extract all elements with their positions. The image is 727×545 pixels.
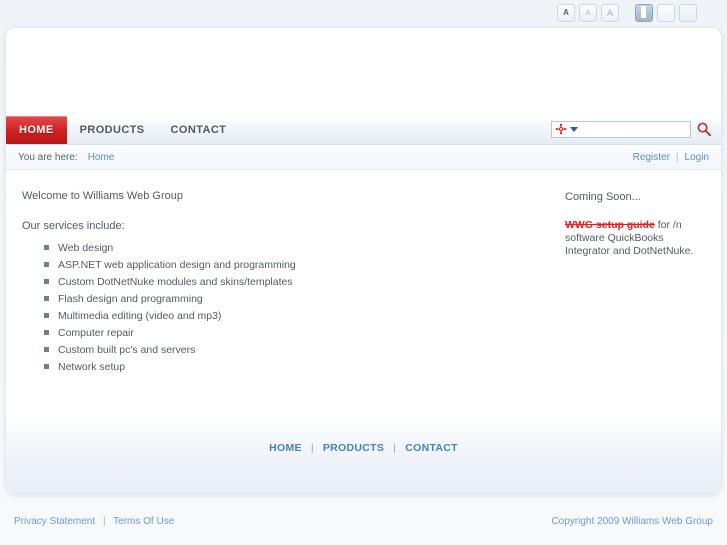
site-search-gear-icon[interactable]	[555, 123, 567, 135]
list-item: Multimedia editing (video and mp3)	[44, 310, 545, 327]
footer-link-home[interactable]: HOME	[269, 442, 302, 454]
legal-bar: Privacy Statement | Terms Of Use Copyrig…	[0, 508, 727, 534]
footer-link-contact[interactable]: CONTACT	[405, 442, 458, 454]
login-link[interactable]: Login	[685, 152, 709, 163]
legal-separator: |	[102, 515, 106, 527]
search-box[interactable]	[551, 120, 717, 138]
register-link[interactable]: Register	[633, 152, 670, 163]
nav-item-contact[interactable]: CONTACT	[158, 116, 240, 144]
footer-nav: HOME | PRODUCTS | CONTACT	[6, 417, 721, 454]
setup-guide-highlight[interactable]: WWG setup guide	[565, 219, 655, 231]
list-item: Computer repair	[44, 327, 545, 344]
primary-nav: HOME PRODUCTS CONTACT	[6, 116, 721, 145]
content-area: Welcome to Williams Web Group Our servic…	[6, 170, 721, 438]
layout-two-column-button[interactable]	[635, 4, 653, 22]
welcome-heading: Welcome to Williams Web Group	[22, 190, 183, 202]
nav-item-home[interactable]: HOME	[6, 116, 67, 144]
coming-soon-body: WWG setup guide for /n software QuickBoo…	[565, 219, 705, 258]
sidebar-column: Coming Soon... WWG setup guide for /n so…	[565, 190, 705, 438]
services-list: Web design ASP.NET web application desig…	[22, 242, 545, 378]
text-size-large-button[interactable]: A	[601, 4, 619, 22]
page-panel: HOME PRODUCTS CONTACT You are here: Home…	[5, 27, 722, 494]
nav-item-contact-label: CONTACT	[170, 124, 227, 136]
text-size-medium-label: A	[585, 9, 591, 17]
copyright-text: Copyright 2009 Williams Web Group	[551, 515, 713, 527]
breadcrumb-bar: You are here: Home Register | Login	[6, 145, 721, 170]
footer-link-products[interactable]: PRODUCTS	[323, 442, 384, 454]
account-links: Register | Login	[633, 145, 709, 169]
main-column: Welcome to Williams Web Group Our servic…	[22, 190, 565, 438]
nav-item-products-label: PRODUCTS	[79, 124, 145, 136]
site-banner	[6, 28, 721, 116]
privacy-statement-link[interactable]: Privacy Statement	[14, 516, 95, 527]
chevron-down-icon[interactable]	[570, 126, 578, 132]
panel-footer: HOME | PRODUCTS | CONTACT	[6, 417, 721, 493]
search-area	[551, 120, 717, 138]
footer-separator: |	[393, 442, 397, 454]
list-item: Custom built pc's and servers	[44, 344, 545, 361]
text-size-large-label: A	[606, 7, 613, 18]
list-item: Network setup	[44, 361, 545, 378]
breadcrumb-current[interactable]: Home	[88, 152, 115, 163]
text-size-small-button[interactable]: A	[557, 4, 575, 22]
layout-full-button[interactable]	[679, 4, 697, 22]
text-size-medium-button[interactable]: A	[579, 4, 597, 22]
list-item: Flash design and programming	[44, 293, 545, 310]
footer-separator: |	[310, 442, 314, 454]
list-item: Custom DotNetNuke modules and skins/temp…	[44, 276, 545, 293]
list-item: ASP.NET web application design and progr…	[44, 259, 545, 276]
account-separator: |	[675, 151, 679, 163]
accessibility-toolbar: A A A	[0, 0, 727, 26]
terms-of-use-link[interactable]: Terms Of Use	[113, 516, 174, 527]
list-item: Web design	[44, 242, 545, 259]
layout-wide-button[interactable]	[657, 4, 675, 22]
services-lead-text: Our services include:	[22, 220, 125, 232]
text-size-small-label: A	[563, 8, 569, 17]
legal-links: Privacy Statement | Terms Of Use	[14, 516, 174, 527]
nav-item-products[interactable]: PRODUCTS	[67, 116, 158, 144]
breadcrumb-prefix: You are here:	[18, 151, 78, 163]
nav-item-home-label: HOME	[19, 124, 54, 136]
coming-soon-title: Coming Soon...	[565, 191, 641, 203]
search-submit-button[interactable]	[695, 120, 713, 138]
